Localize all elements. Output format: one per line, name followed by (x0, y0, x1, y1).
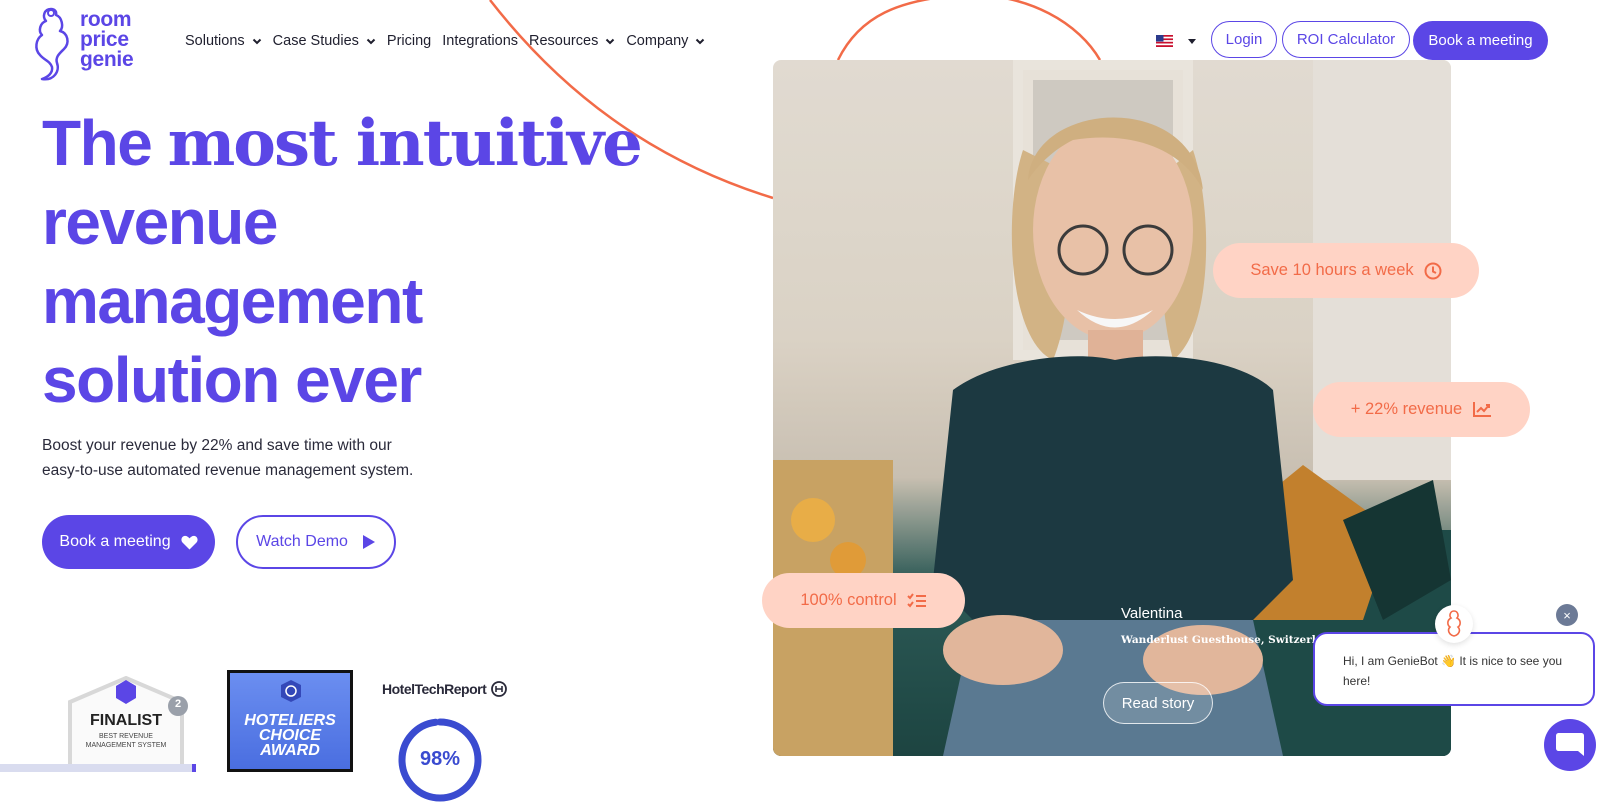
hero-book-meeting-button[interactable]: Book a meeting (42, 515, 215, 569)
chat-launcher-button[interactable] (1544, 719, 1596, 771)
genie-avatar-icon (1447, 610, 1461, 637)
chatbot-close-icon[interactable]: × (1556, 604, 1578, 626)
us-flag-icon[interactable] (1156, 35, 1173, 47)
chatbot-greeting[interactable]: Hi, I am GenieBot 👋 It is nice to see yo… (1313, 632, 1595, 706)
choice-line3: AWARD (260, 742, 320, 759)
hero-book-meeting-label: Book a meeting (59, 533, 171, 550)
finalist-award-badge: FINALIST BEST REVENUE MANAGEMENT SYSTEM … (64, 675, 188, 774)
geniebot-avatar (1435, 605, 1473, 643)
brand-logo[interactable]: room price genie (30, 5, 134, 83)
save-time-label: Save 10 hours a week (1250, 261, 1414, 279)
hero-title-line3: management (42, 265, 423, 337)
clock-icon (1424, 262, 1442, 279)
chat-bubble-icon (1556, 733, 1584, 756)
hero-title-line4: solution ever (42, 344, 422, 416)
choice-line2: CHOICE (258, 727, 322, 744)
chevron-down-icon (366, 38, 376, 45)
chevron-down-icon (252, 38, 261, 45)
testimonial-location: Wanderlust Guesthouse, Switzerland (1121, 634, 1338, 646)
control-pill: 100% control (762, 573, 965, 628)
checklist-icon (906, 592, 926, 608)
language-dropdown-icon[interactable] (1187, 36, 1197, 46)
roi-calculator-button[interactable]: ROI Calculator (1282, 21, 1410, 58)
read-story-button[interactable]: Read story (1103, 682, 1213, 724)
heart-icon (181, 535, 198, 549)
header-book-meeting-button[interactable]: Book a meeting (1413, 21, 1548, 60)
control-label: 100% control (800, 591, 897, 609)
revenue-pill: + 22% revenue (1313, 382, 1530, 437)
finalist-subtitle: BEST REVENUE MANAGEMENT SYSTEM (85, 733, 167, 749)
nav-solutions[interactable]: Solutions (185, 33, 262, 49)
main-nav: Solutions Case Studies Pricing Integrati… (185, 33, 716, 49)
nav-pricing[interactable]: Pricing (387, 33, 431, 49)
nav-company[interactable]: Company (626, 33, 705, 49)
hero-title: The most intuitive revenue management so… (42, 104, 722, 420)
chart-line-icon (1473, 402, 1492, 417)
hero-title-line2: revenue (42, 186, 278, 258)
genie-logo-icon (35, 7, 69, 81)
logo-word-room: room (80, 8, 132, 31)
watch-demo-button[interactable]: Watch Demo (236, 515, 396, 569)
finalist-rank: 2 (174, 698, 182, 710)
chevron-down-icon (606, 38, 615, 45)
hero-title-emphasis: most intuitive (167, 106, 643, 181)
choice-line1: HOTELIERS (244, 712, 336, 729)
nav-pricing-label: Pricing (386, 33, 432, 49)
hoteliers-choice-award-badge: HOTELIERS CHOICE AWARD (227, 670, 353, 772)
revenue-label: + 22% revenue (1350, 400, 1463, 418)
nav-integrations[interactable]: Integrations (442, 33, 518, 49)
logo-word-price: price (80, 28, 129, 51)
finalist-title: FINALIST (90, 712, 162, 729)
login-button[interactable]: Login (1211, 21, 1277, 58)
nav-case-studies-label: Case Studies (272, 33, 359, 49)
chevron-down-icon (696, 38, 705, 45)
nav-integrations-label: Integrations (442, 33, 519, 49)
rating-percent: 98% (419, 748, 461, 770)
hoteliers-award-logo-icon (281, 680, 301, 702)
logo-word-genie: genie (80, 48, 134, 71)
hero-subtitle: Boost your revenue by 22% and save time … (42, 437, 414, 479)
hoteltechreport-label: HotelTechReport (382, 681, 487, 697)
nav-resources[interactable]: Resources (529, 33, 615, 49)
cookie-banner-edge[interactable] (0, 764, 196, 772)
testimonial-name: Valentina (1121, 605, 1183, 622)
hoteltechreport-icon (491, 681, 508, 697)
watch-demo-label: Watch Demo (256, 533, 348, 550)
nav-company-label: Company (626, 33, 689, 49)
play-icon (362, 535, 375, 549)
nav-resources-label: Resources (529, 33, 599, 49)
save-time-pill: Save 10 hours a week (1213, 243, 1479, 298)
nav-solutions-label: Solutions (185, 33, 245, 49)
hoteltechreport-logo: HotelTechReport (382, 680, 508, 698)
hero-title-word: The (42, 107, 153, 179)
nav-case-studies[interactable]: Case Studies (273, 33, 376, 49)
